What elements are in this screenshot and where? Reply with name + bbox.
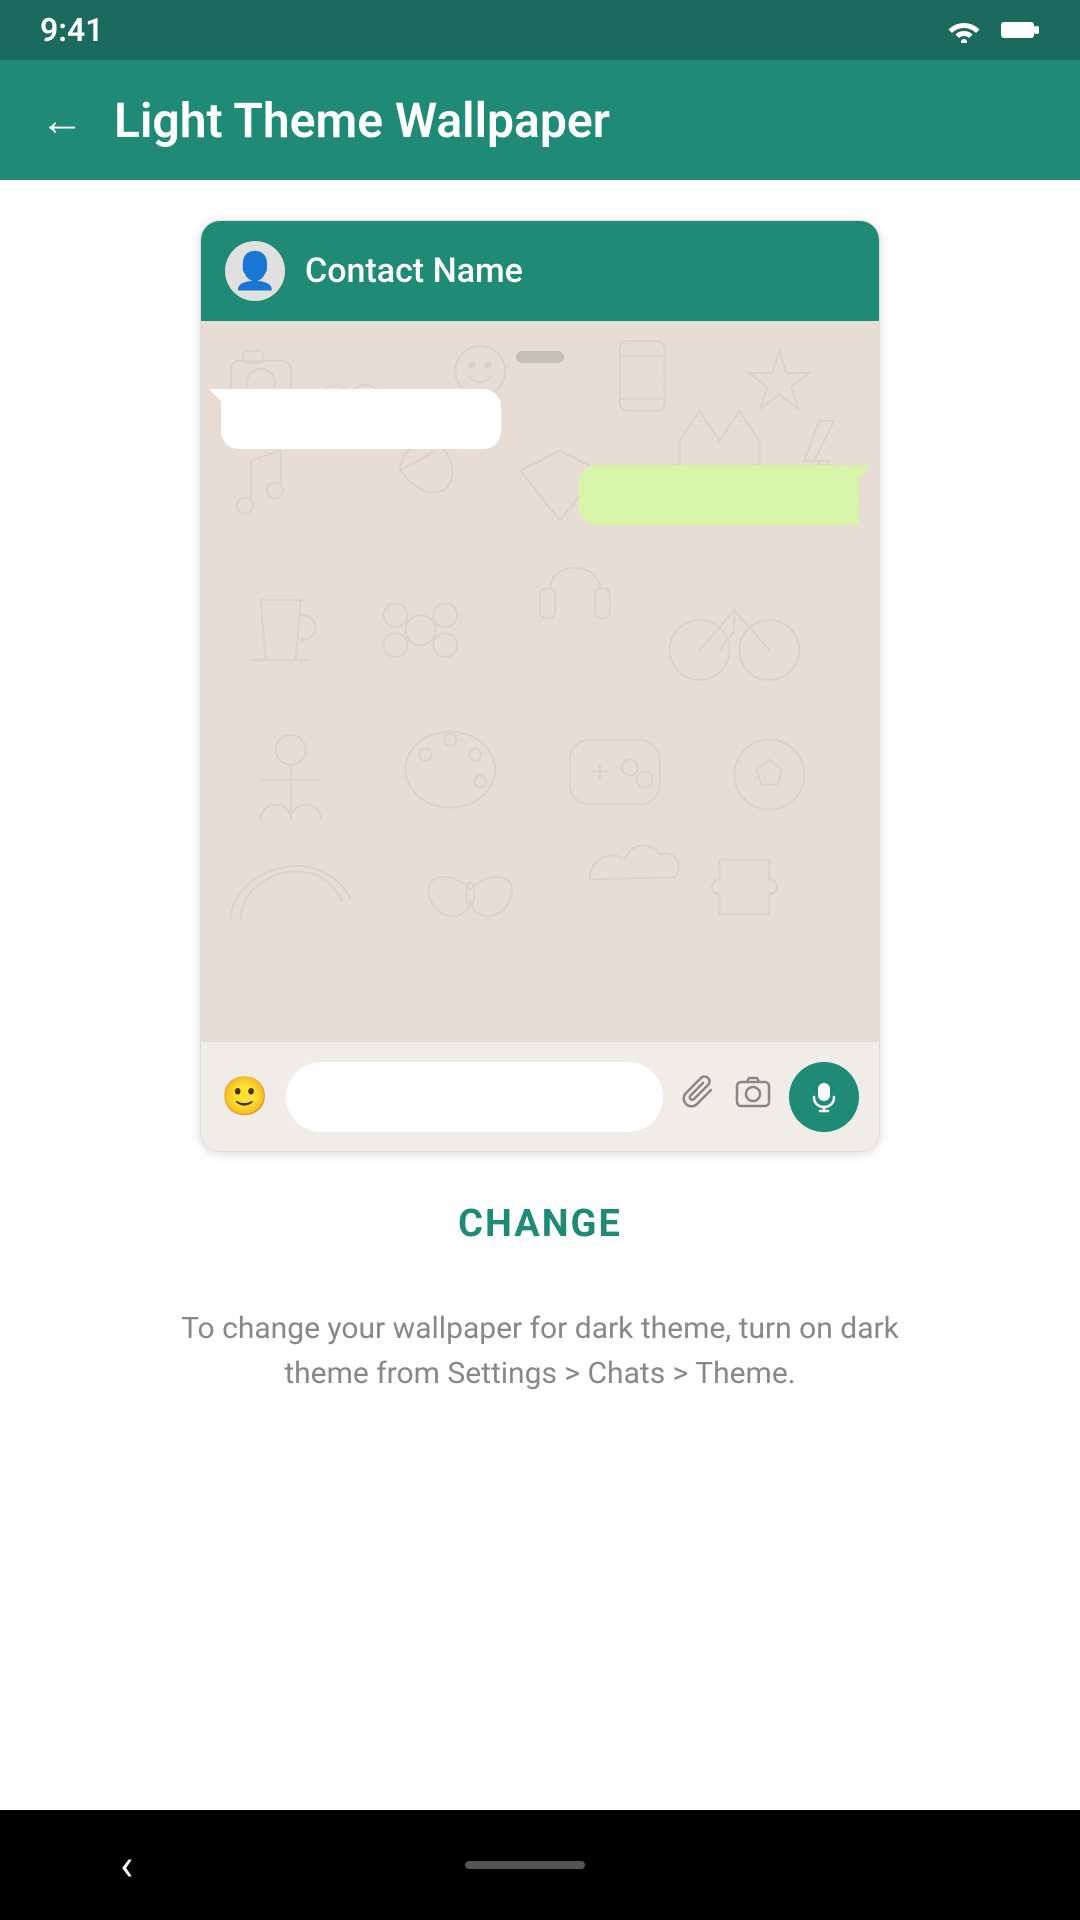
info-text-line2: theme from Settings > Chats > Theme.	[284, 1356, 795, 1391]
message-input[interactable]	[286, 1062, 663, 1132]
date-pill	[516, 351, 564, 363]
info-text-line1: To change your wallpaper for dark theme,…	[181, 1311, 899, 1346]
chat-preview: 👤 Contact Name	[200, 220, 880, 1152]
status-time: 9:41	[40, 11, 104, 49]
status-icons	[946, 17, 1040, 43]
status-bar: 9:41	[0, 0, 1080, 60]
contact-name: Contact Name	[305, 251, 523, 291]
mic-button[interactable]	[789, 1062, 859, 1132]
nav-bar: ‹	[0, 1810, 1080, 1920]
battery-icon	[1000, 20, 1040, 40]
page-title: Light Theme Wallpaper	[114, 92, 610, 149]
chat-input-bar: 🙂	[201, 1041, 879, 1151]
chat-body	[201, 321, 879, 1041]
back-button[interactable]: ←	[40, 94, 84, 146]
wifi-icon	[946, 17, 982, 43]
info-text: To change your wallpaper for dark theme,…	[181, 1306, 899, 1396]
bubble-received	[221, 389, 501, 449]
nav-back-button[interactable]: ‹	[120, 1839, 133, 1891]
nav-home-pill[interactable]	[465, 1861, 585, 1869]
chat-header: 👤 Contact Name	[201, 221, 879, 321]
attach-icon[interactable]	[681, 1074, 717, 1119]
bubble-sent	[579, 465, 859, 525]
main-content: 👤 Contact Name	[0, 180, 1080, 1810]
app-bar: ← Light Theme Wallpaper	[0, 60, 1080, 180]
emoji-button[interactable]: 🙂	[221, 1075, 268, 1119]
change-button[interactable]: CHANGE	[458, 1202, 622, 1246]
camera-icon[interactable]	[735, 1074, 771, 1119]
avatar-icon: 👤	[233, 250, 278, 292]
avatar: 👤	[225, 241, 285, 301]
chat-messages	[221, 341, 859, 525]
